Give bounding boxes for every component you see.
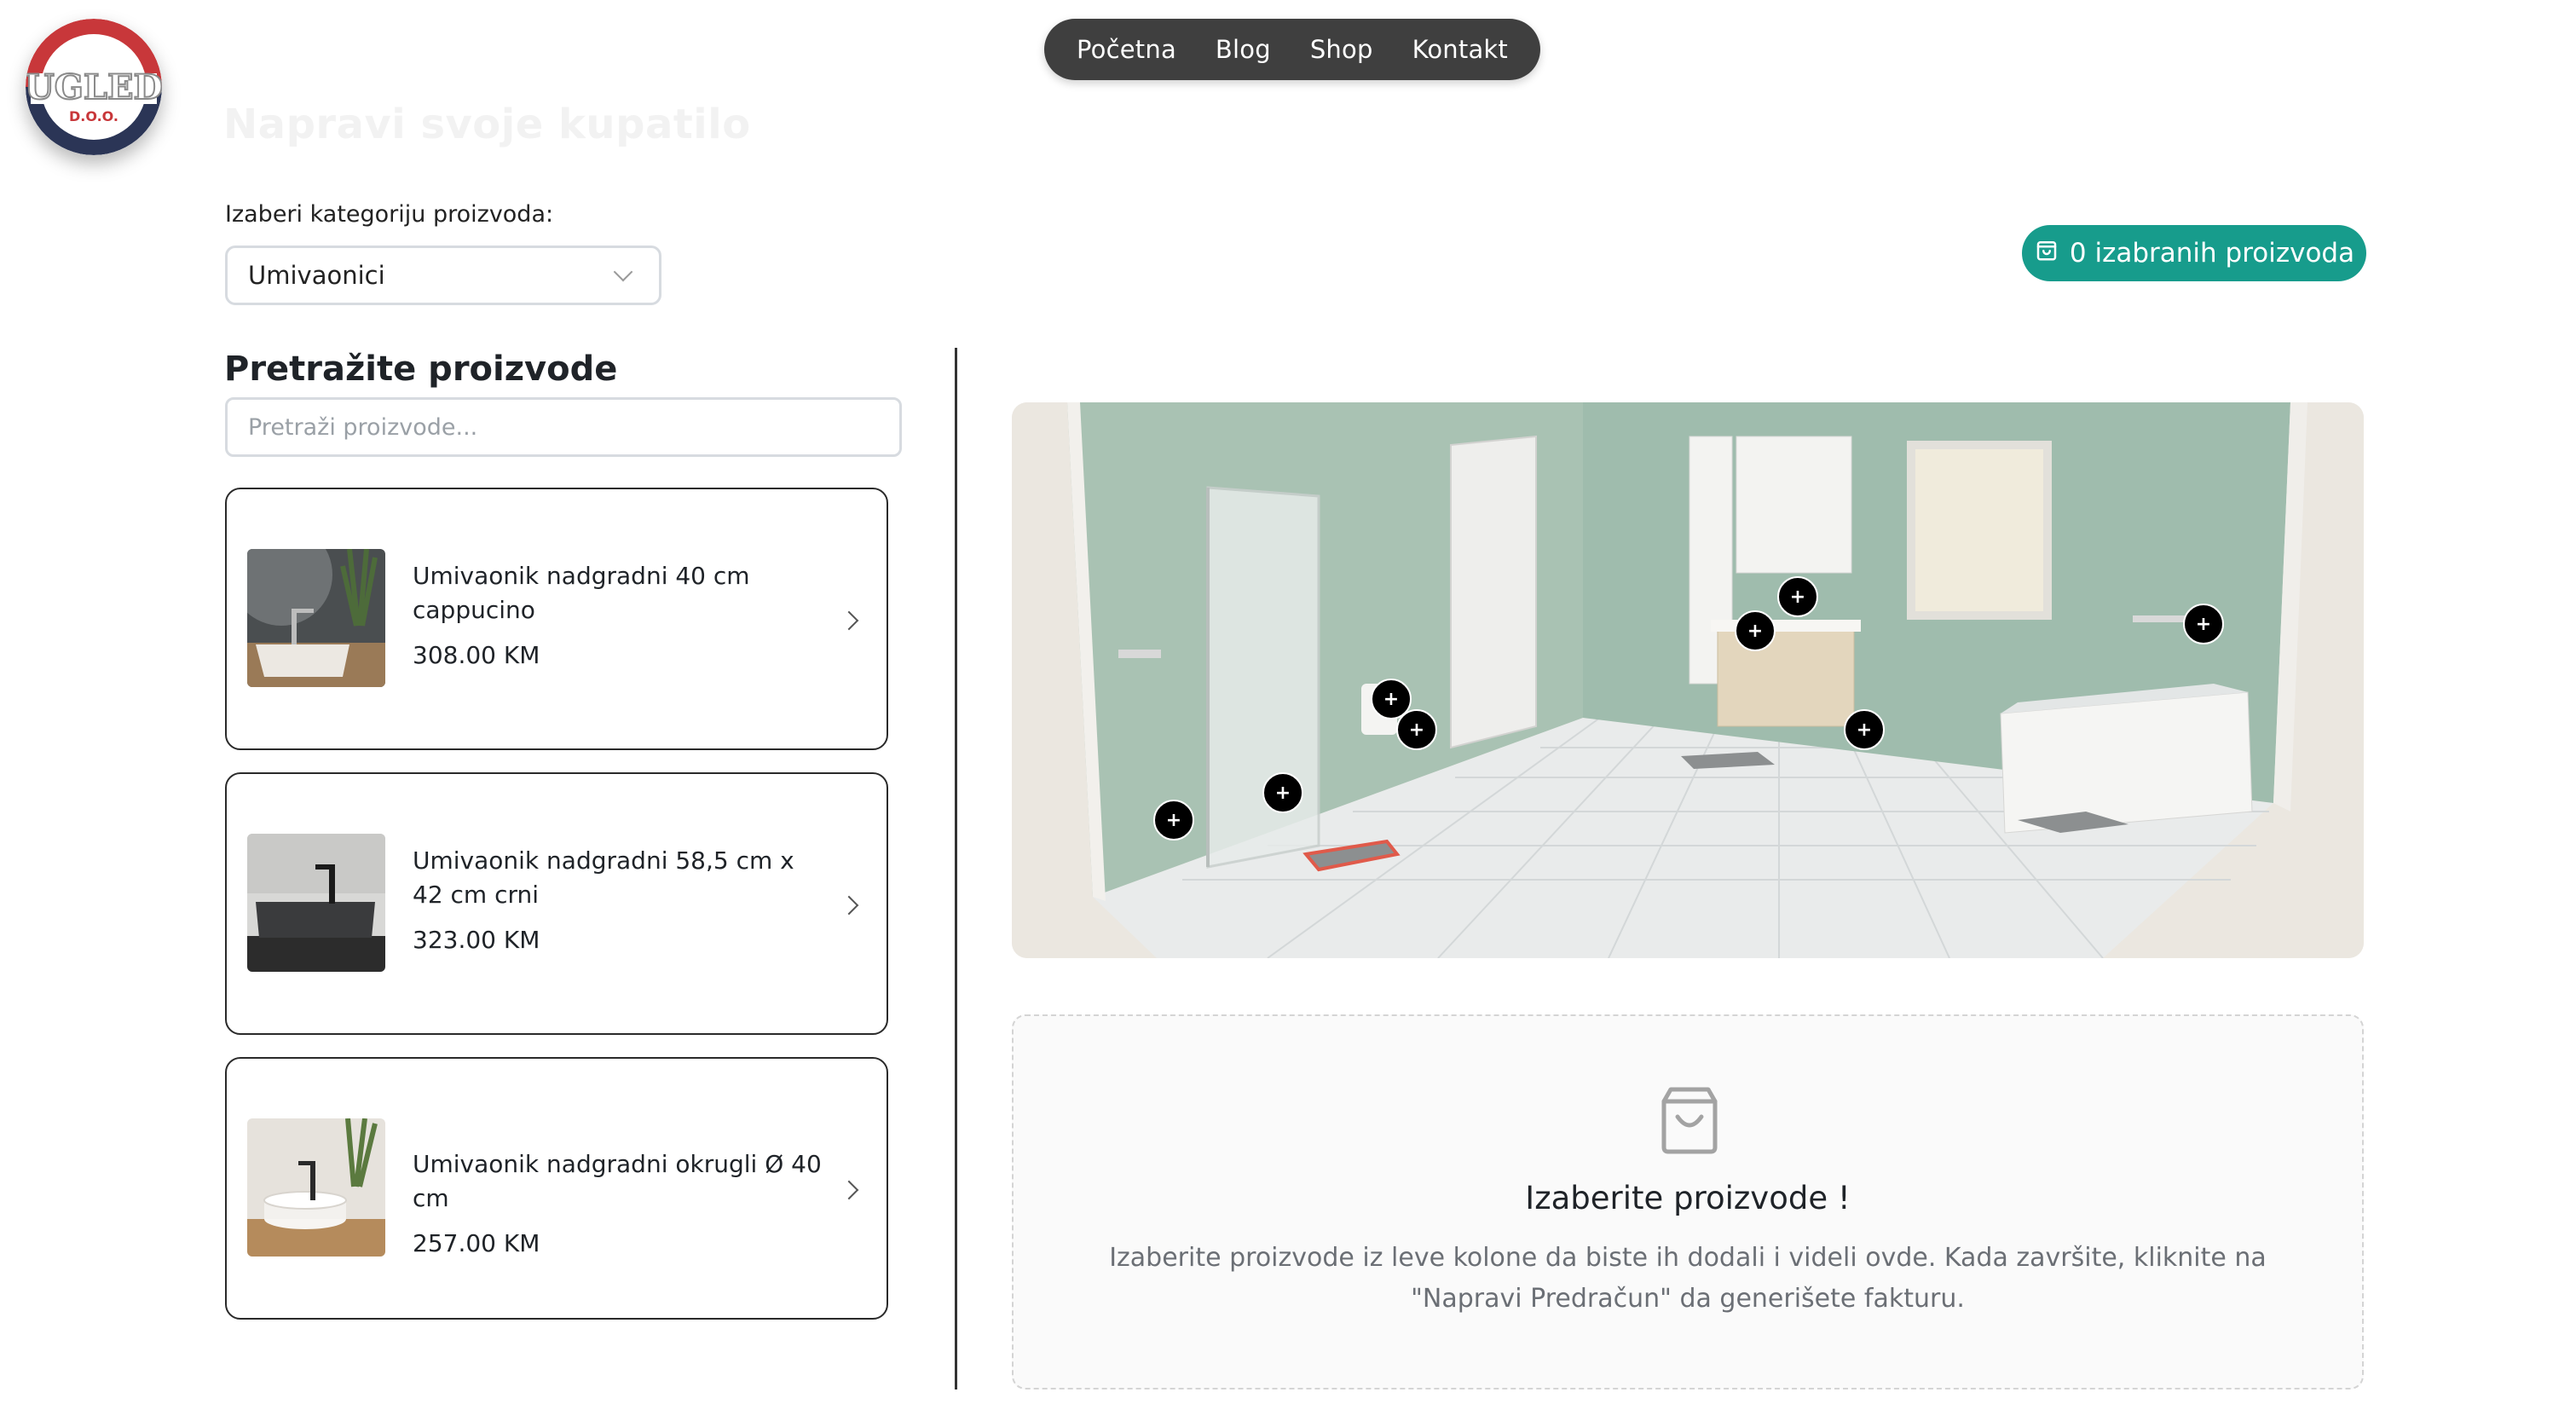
chevron-right-icon (839, 895, 859, 916)
category-select[interactable]: Umivaonici (225, 246, 661, 305)
add-product-hotspot[interactable]: + (2183, 604, 2224, 644)
product-image (247, 549, 385, 687)
bathroom-illustration (1012, 402, 2364, 958)
chevron-down-icon (613, 262, 633, 282)
product-name: Umivaonik nadgradni okrugli Ø 40 cm (413, 1150, 822, 1212)
product-image (247, 1118, 385, 1257)
bathroom-3d-view[interactable]: + + + + + + + + (1012, 402, 2364, 958)
category-label: Izaberi kategoriju proizvoda: (225, 201, 554, 228)
product-name: Umivaonik nadgradni 40 cm cappucino (413, 562, 750, 624)
nav-home[interactable]: Početna (1077, 35, 1176, 64)
product-price: 323.00 KM (413, 926, 540, 954)
search-input[interactable] (225, 397, 902, 457)
company-logo[interactable]: UGLED D.O.O. (26, 19, 162, 155)
main-nav: Početna Blog Shop Kontakt (1044, 19, 1540, 80)
product-info: Umivaonik nadgradni 58,5 cm x 42 cm crni… (413, 844, 830, 954)
add-product-hotspot[interactable]: + (1396, 709, 1437, 750)
product-card[interactable]: Umivaonik nadgradni 58,5 cm x 42 cm crni… (225, 772, 888, 1035)
selected-products-empty-state: Izaberite proizvode ! Izaberite proizvod… (1012, 1014, 2364, 1389)
product-card[interactable]: Umivaonik nadgradni okrugli Ø 40 cm 257.… (225, 1057, 888, 1320)
add-product-hotspot[interactable]: + (1735, 610, 1776, 651)
page-title: Napravi svoje kupatilo (223, 101, 751, 148)
add-product-hotspot[interactable]: + (1153, 800, 1194, 841)
product-price: 308.00 KM (413, 641, 540, 669)
category-selected-value: Umivaonici (248, 261, 385, 290)
add-product-hotspot[interactable]: + (1777, 576, 1818, 617)
nav-shop[interactable]: Shop (1310, 35, 1373, 64)
add-product-hotspot[interactable]: + (1844, 709, 1885, 750)
selected-products-label: 0 izabranih proizvoda (2069, 238, 2355, 269)
empty-state-title: Izaberite proizvode ! (1525, 1180, 1851, 1216)
svg-text:UGLED: UGLED (26, 67, 162, 107)
shopping-bag-icon (1659, 1086, 1720, 1158)
add-product-hotspot[interactable]: + (1262, 772, 1303, 813)
nav-blog[interactable]: Blog (1216, 35, 1271, 64)
search-title: Pretražite proizvode (224, 350, 618, 389)
column-divider (955, 348, 957, 1389)
shopping-bag-icon (2034, 237, 2059, 269)
chevron-right-icon (839, 610, 859, 631)
selected-products-button[interactable]: 0 izabranih proizvoda (2022, 225, 2366, 281)
product-name: Umivaonik nadgradni 58,5 cm x 42 cm crni (413, 846, 794, 909)
product-info: Umivaonik nadgradni 40 cm cappucino 308.… (413, 559, 830, 669)
svg-text:D.O.O.: D.O.O. (69, 108, 118, 124)
empty-state-description: Izaberite proizvode iz leve kolone da bi… (1109, 1243, 2267, 1314)
chevron-right-icon (839, 1180, 859, 1200)
product-info: Umivaonik nadgradni okrugli Ø 40 cm 257.… (413, 1147, 830, 1257)
nav-contact[interactable]: Kontakt (1412, 35, 1508, 64)
product-card[interactable]: Umivaonik nadgradni 40 cm cappucino 308.… (225, 488, 888, 750)
product-price: 257.00 KM (413, 1229, 540, 1257)
product-image (247, 834, 385, 972)
